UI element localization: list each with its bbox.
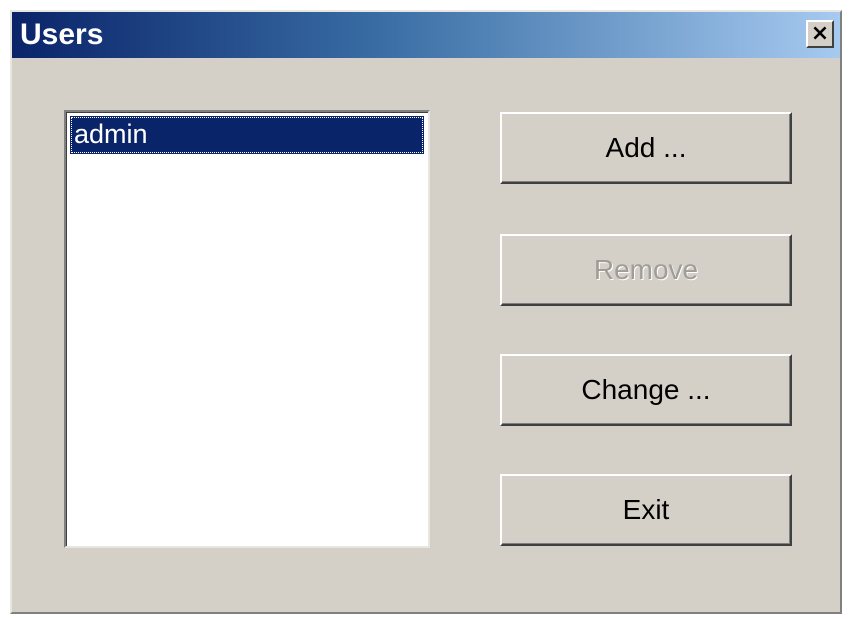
change-user-button[interactable]: Change ... <box>500 354 792 426</box>
title-bar[interactable]: Users × <box>12 12 840 58</box>
users-dialog: Users × admin Add ... Remove Change ... … <box>10 10 842 614</box>
add-user-button[interactable]: Add ... <box>500 112 792 184</box>
exit-button[interactable]: Exit <box>500 474 792 546</box>
remove-user-button: Remove <box>500 234 792 306</box>
list-item-admin[interactable]: admin <box>70 116 424 154</box>
window-title: Users <box>20 18 104 51</box>
close-icon[interactable]: × <box>806 20 834 48</box>
users-listbox[interactable]: admin <box>64 110 430 548</box>
